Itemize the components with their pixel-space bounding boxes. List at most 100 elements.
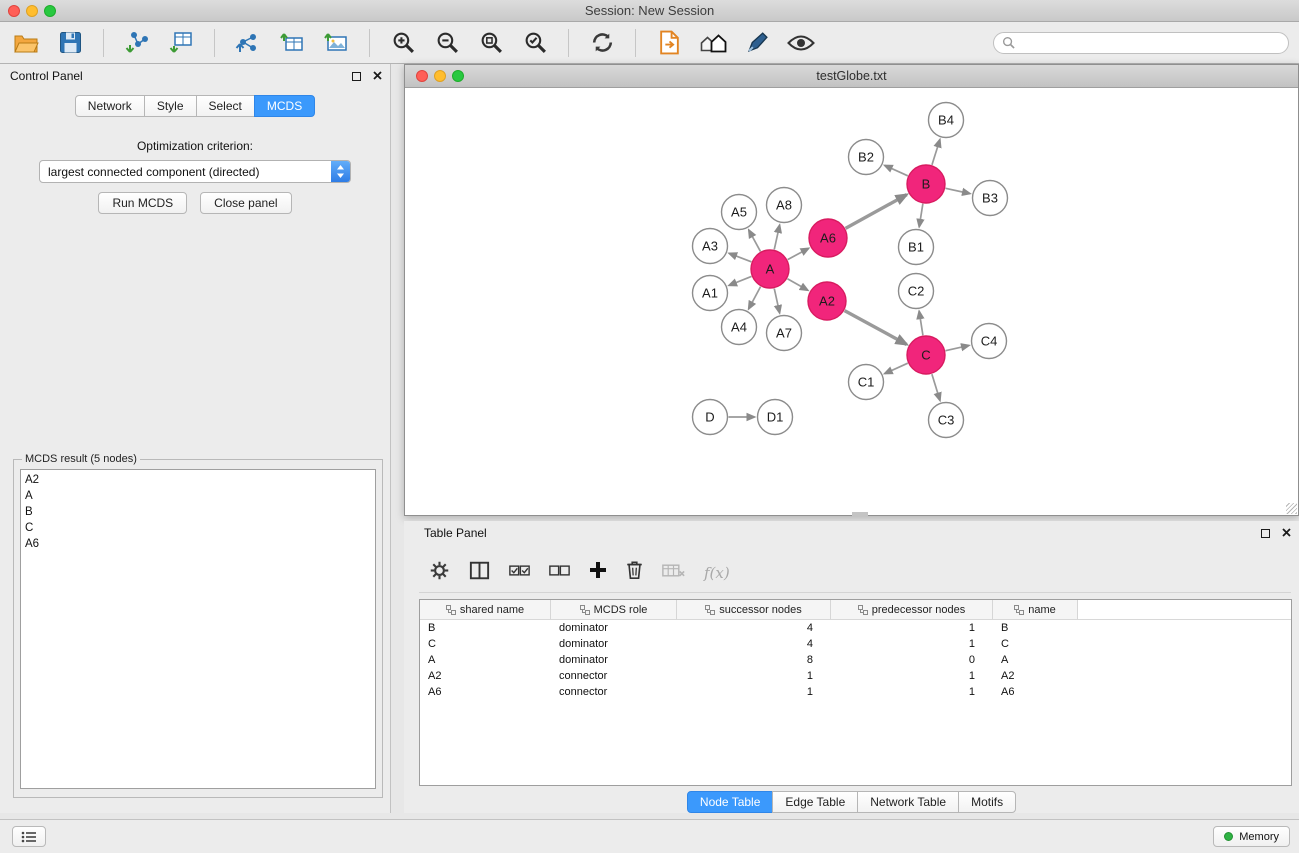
graph-edge-A-A2[interactable]: [787, 279, 807, 290]
close-panel-button[interactable]: Close panel: [200, 192, 291, 214]
column-header-name[interactable]: name: [993, 600, 1078, 620]
graph-edge-A6-B[interactable]: [846, 195, 907, 229]
graph-edge-A-A1[interactable]: [729, 276, 751, 285]
graph-node-A2[interactable]: A2: [808, 282, 846, 320]
export-image-icon[interactable]: [320, 26, 352, 60]
memory-button[interactable]: Memory: [1213, 826, 1290, 847]
graph-node-B4[interactable]: B4: [929, 103, 964, 138]
graph-node-C2[interactable]: C2: [899, 274, 934, 309]
network-canvas[interactable]: B4B2BB3A5A8A6A3B1AC2A1A2A4A7C4CC1DD1C3: [405, 88, 1298, 515]
export-table-icon[interactable]: [276, 26, 308, 60]
select-all-icon[interactable]: [509, 564, 530, 582]
graph-node-D1[interactable]: D1: [758, 400, 793, 435]
delete-column-icon[interactable]: [626, 560, 643, 585]
graph-edge-B-B3[interactable]: [946, 188, 970, 193]
table-row[interactable]: Cdominator41C: [420, 636, 1291, 652]
eye-icon[interactable]: [785, 26, 817, 60]
gear-icon[interactable]: [429, 560, 450, 586]
close-network-window-icon[interactable]: [416, 70, 428, 82]
tab-network-table[interactable]: Network Table: [857, 791, 959, 813]
paint-icon[interactable]: [741, 26, 773, 60]
import-network-icon[interactable]: [121, 26, 153, 60]
export-network-icon[interactable]: [232, 26, 264, 60]
graph-node-A8[interactable]: A8: [767, 188, 802, 223]
zoom-selected-icon[interactable]: [519, 26, 551, 60]
function-builder-button[interactable]: f(x): [704, 564, 730, 582]
zoom-fit-icon[interactable]: [475, 26, 507, 60]
graph-node-C1[interactable]: C1: [849, 365, 884, 400]
tab-edge-table[interactable]: Edge Table: [772, 791, 858, 813]
session-doc-icon[interactable]: [653, 26, 685, 60]
table-row[interactable]: A2connector11A2: [420, 668, 1291, 684]
close-table-panel-icon[interactable]: [1282, 526, 1291, 540]
close-panel-icon[interactable]: [373, 69, 382, 83]
split-view-icon[interactable]: [469, 561, 490, 585]
graph-node-C[interactable]: C: [907, 336, 945, 374]
graph-node-A[interactable]: A: [751, 250, 789, 288]
graph-node-C4[interactable]: C4: [972, 324, 1007, 359]
zoom-out-icon[interactable]: [431, 26, 463, 60]
tab-network[interactable]: Network: [75, 95, 145, 117]
result-item[interactable]: A: [21, 488, 375, 504]
refresh-icon[interactable]: [586, 26, 618, 60]
result-item[interactable]: A2: [21, 472, 375, 488]
horizontal-scrollbar-thumb[interactable]: [852, 512, 868, 517]
zoom-in-icon[interactable]: [387, 26, 419, 60]
graph-edge-B-B1[interactable]: [919, 204, 923, 227]
task-history-button[interactable]: [12, 826, 46, 847]
minimize-network-window-icon[interactable]: [434, 70, 446, 82]
column-header-MCDS-role[interactable]: MCDS role: [551, 600, 677, 620]
search-input[interactable]: [1020, 36, 1280, 50]
graph-edge-C-C3[interactable]: [932, 374, 940, 400]
tab-style[interactable]: Style: [144, 95, 197, 117]
graph-edge-C-C1[interactable]: [885, 363, 908, 373]
graph-edge-A-A4[interactable]: [749, 287, 761, 309]
graph-edge-C-C4[interactable]: [946, 345, 969, 350]
graph-node-B1[interactable]: B1: [899, 230, 934, 265]
graph-edge-B-B2[interactable]: [885, 165, 908, 175]
graph-node-A6[interactable]: A6: [809, 219, 847, 257]
tab-mcds[interactable]: MCDS: [254, 95, 315, 117]
save-session-icon[interactable]: [54, 26, 86, 60]
zoom-network-window-icon[interactable]: [452, 70, 464, 82]
import-table-icon[interactable]: [165, 26, 197, 60]
tab-motifs[interactable]: Motifs: [958, 791, 1016, 813]
graph-node-A1[interactable]: A1: [693, 276, 728, 311]
table-row[interactable]: Adominator80A: [420, 652, 1291, 668]
run-mcds-button[interactable]: Run MCDS: [98, 192, 187, 214]
minimize-window-icon[interactable]: [26, 5, 38, 17]
graph-edge-A-A8[interactable]: [774, 225, 779, 249]
resize-grip[interactable]: [1286, 503, 1297, 514]
table-row[interactable]: Bdominator41B: [420, 620, 1291, 636]
deselect-all-icon[interactable]: [549, 564, 570, 582]
graph-node-D[interactable]: D: [693, 400, 728, 435]
graph-edge-C-C2[interactable]: [919, 311, 923, 335]
graph-edge-B-B4[interactable]: [932, 140, 940, 165]
open-file-icon[interactable]: [10, 26, 42, 60]
zoom-window-icon[interactable]: [44, 5, 56, 17]
graph-node-A5[interactable]: A5: [722, 195, 757, 230]
network-window-titlebar[interactable]: testGlobe.txt: [405, 65, 1298, 88]
graph-node-B[interactable]: B: [907, 165, 945, 203]
result-item[interactable]: A6: [21, 536, 375, 552]
graph-edge-A-A7[interactable]: [774, 289, 779, 313]
graph-node-B2[interactable]: B2: [849, 140, 884, 175]
search-box[interactable]: [993, 32, 1289, 54]
graph-edge-A-A5[interactable]: [749, 230, 761, 251]
graph-edge-A2-C[interactable]: [845, 311, 907, 345]
graph-edge-A-A6[interactable]: [788, 248, 809, 259]
tab-select[interactable]: Select: [196, 95, 255, 117]
graph-node-A7[interactable]: A7: [767, 316, 802, 351]
home-icon[interactable]: [697, 26, 729, 60]
column-header-successor-nodes[interactable]: successor nodes: [677, 600, 831, 620]
graph-node-A4[interactable]: A4: [722, 310, 757, 345]
graph-edge-A-A3[interactable]: [729, 253, 751, 262]
table-row[interactable]: A6connector11A6: [420, 684, 1291, 700]
graph-node-A3[interactable]: A3: [693, 229, 728, 264]
result-item[interactable]: C: [21, 520, 375, 536]
float-panel-icon[interactable]: [352, 72, 361, 81]
add-column-icon[interactable]: [589, 561, 607, 584]
float-table-panel-icon[interactable]: [1261, 529, 1270, 538]
graph-node-B3[interactable]: B3: [973, 181, 1008, 216]
close-window-icon[interactable]: [8, 5, 20, 17]
